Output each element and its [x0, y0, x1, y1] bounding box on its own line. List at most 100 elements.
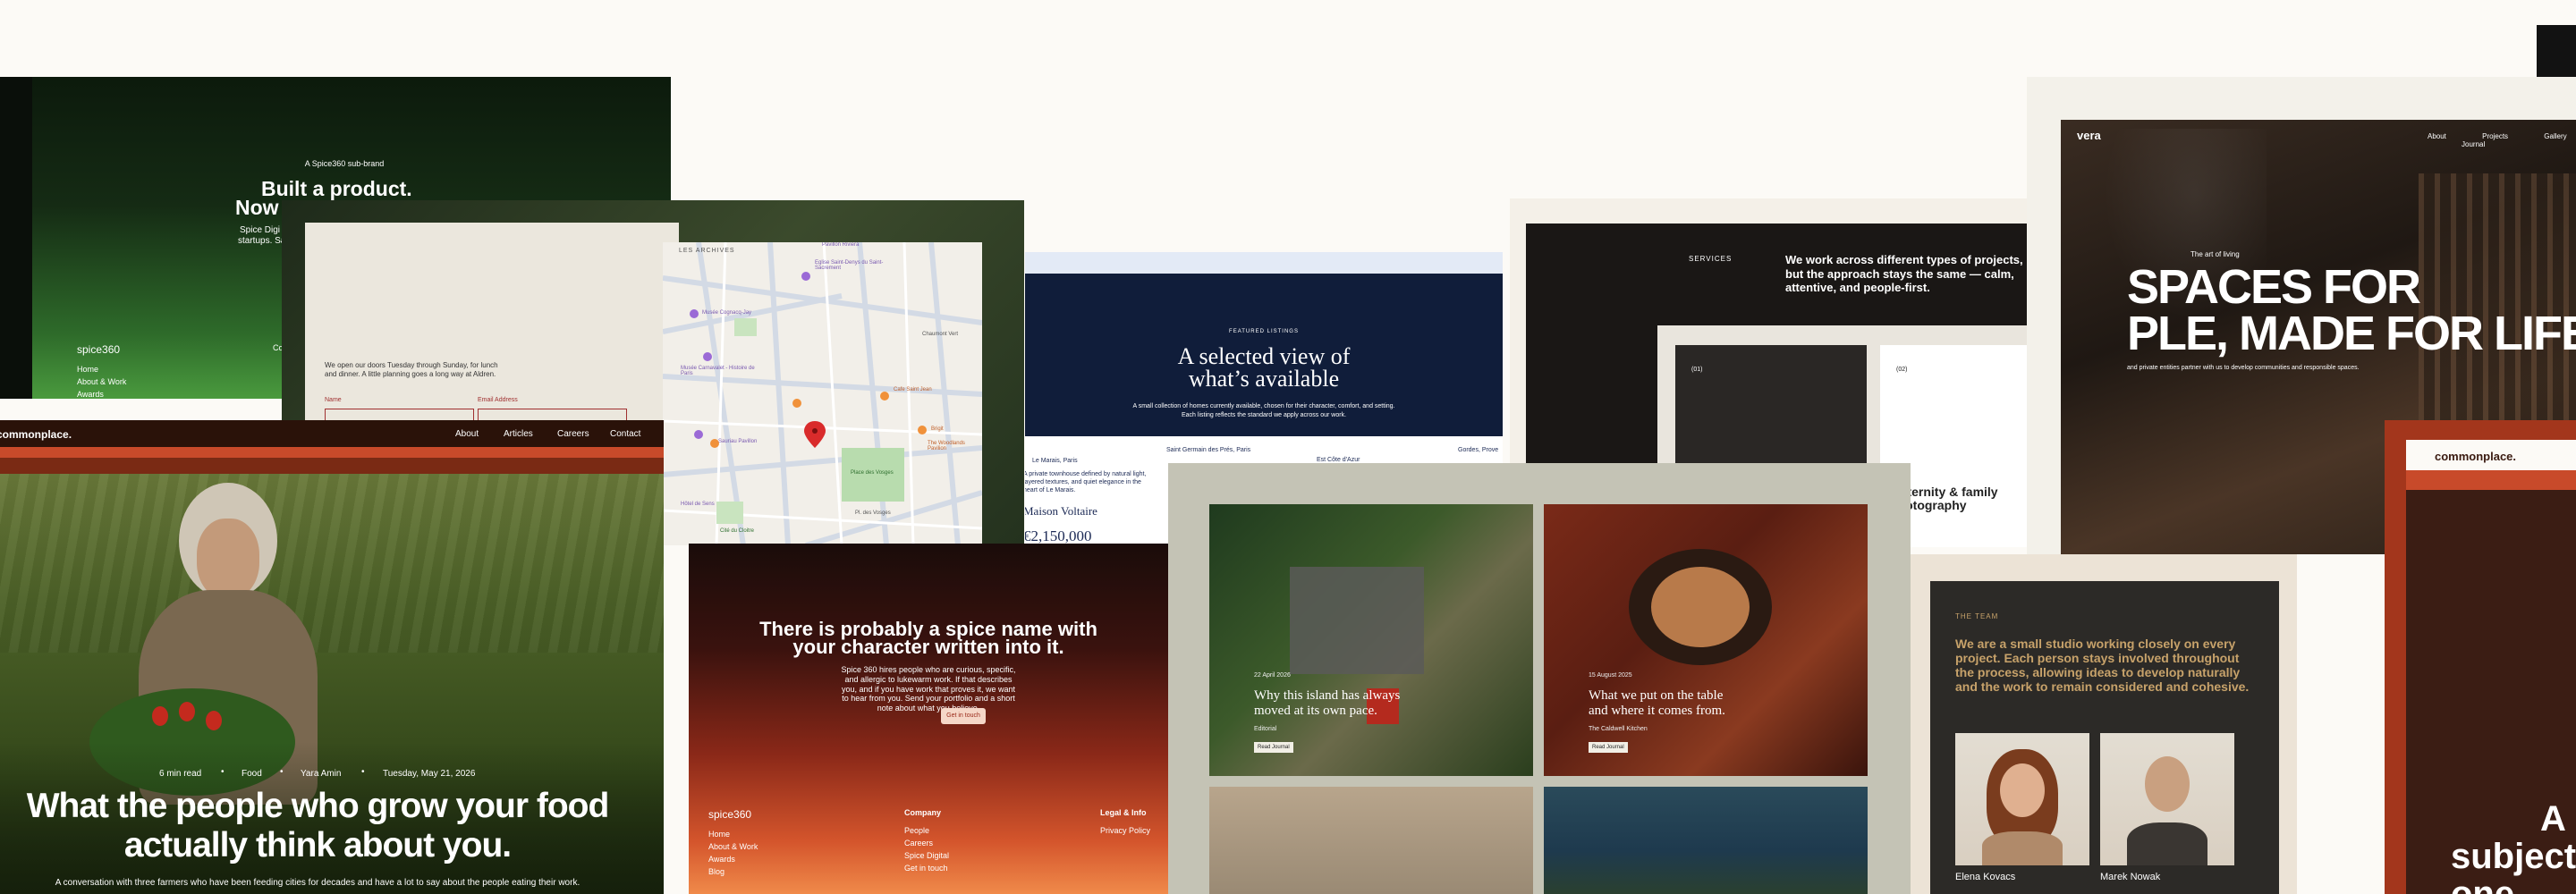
- journal-card2-title-2: and where it comes from.: [1589, 704, 1725, 718]
- article-meta-dot-1: •: [221, 767, 225, 777]
- spice-footer-link-awards[interactable]: Awards: [77, 390, 104, 399]
- journal-card1-button[interactable]: Read Journal: [1254, 742, 1293, 753]
- spice-headline-2: Now: [235, 196, 279, 219]
- vera-nav-gallery[interactable]: Gallery: [2544, 132, 2566, 140]
- map-label-brigit: Brigit: [931, 426, 944, 432]
- map-label-eglise: Eglise Saint-Denys du Saint-Sacrement: [815, 260, 884, 271]
- careers-link-awards[interactable]: Awards: [708, 855, 735, 864]
- team-text: We are a small studio working closely on…: [1955, 637, 2250, 695]
- map-streets: [663, 242, 982, 545]
- spice-sub-2: startups. Sa: [238, 236, 286, 246]
- map-label-archives: LES ARCHIVES: [679, 248, 735, 254]
- listings-title-2: what’s available: [1188, 366, 1340, 392]
- map-label-vosges: Place des Vosges: [851, 470, 894, 476]
- map-label-pl-vosges: Pl. des Vosges: [855, 510, 891, 516]
- article-sub: A conversation with three farmers who ha…: [55, 878, 580, 888]
- article-meta-category[interactable]: Food: [242, 769, 262, 779]
- careers-link-privacy[interactable]: Privacy Policy: [1100, 826, 1150, 835]
- commonplace-left-nav-contact[interactable]: Contact: [610, 429, 640, 439]
- journal-card-3[interactable]: [1209, 787, 1533, 894]
- article-meta-read: 6 min read: [159, 769, 202, 779]
- listing-name: Maison Voltaire: [1025, 504, 1097, 518]
- journal-card2-title: What we put on the table: [1589, 688, 1724, 703]
- journal-card2-button[interactable]: Read Journal: [1589, 742, 1628, 753]
- commonplace-left-nav-articles[interactable]: Articles: [504, 429, 533, 439]
- careers-link-careers[interactable]: Careers: [904, 839, 933, 848]
- vera-nav-about[interactable]: About: [2428, 132, 2446, 140]
- journal-card-4[interactable]: [1544, 787, 1868, 894]
- commonplace-left-nav-about[interactable]: About: [455, 429, 479, 439]
- team-member-1: Elena Kovacs: [1955, 872, 2016, 882]
- commonplace-right-headline-3: one.: [2451, 874, 2525, 894]
- commonplace-left-nav-careers[interactable]: Careers: [557, 429, 589, 439]
- vera-logo[interactable]: vera: [2077, 129, 2101, 142]
- services-card1-num: (01): [1691, 367, 1703, 373]
- careers-body: Spice 360 hires people who are curious, …: [841, 665, 1016, 713]
- journal-card1-date: 22 April 2026: [1254, 672, 1291, 679]
- commonplace-left-screenshot: commonplace. About Articles Careers Cont…: [0, 420, 664, 894]
- careers-cta-button[interactable]: Get in touch: [941, 708, 986, 724]
- listings-sub: A small collection of homes currently av…: [1132, 403, 1395, 418]
- journal-card-2[interactable]: 15 August 2025 What we put on the table …: [1544, 504, 1868, 776]
- journal-card-1[interactable]: 22 April 2026 Why this island has always…: [1209, 504, 1533, 776]
- careers-legal-title: Legal & Info: [1100, 808, 1147, 817]
- listing-price: €2,150,000: [1025, 527, 1092, 544]
- listing-tab-3[interactable]: Gordes, Prove: [1458, 447, 1498, 453]
- field-email-label: Email Address: [478, 397, 518, 403]
- map-label-cloitre: Cité du Cloitre: [720, 528, 755, 534]
- commonplace-left-logo[interactable]: commonplace.: [0, 428, 72, 441]
- services-card2-num: (02): [1896, 367, 1908, 373]
- map-label-carnavalet: Musée Carnavalet - Histoire de Paris: [681, 366, 755, 376]
- listing-desc: A private townhouse defined by natural l…: [1025, 471, 1147, 494]
- journal-card2-date: 15 August 2025: [1589, 672, 1632, 679]
- listing-tab-1[interactable]: Saint Germain des Prés, Paris: [1166, 447, 1250, 453]
- spice-footer-link-home[interactable]: Home: [77, 365, 98, 374]
- spice-sub: Spice Digi: [240, 225, 281, 235]
- email-field[interactable]: [478, 409, 627, 421]
- corner-block: [2537, 25, 2576, 77]
- contact-intro: We open our doors Tuesday through Sunday…: [325, 361, 498, 379]
- spice-footer-link-about[interactable]: About & Work: [77, 377, 126, 386]
- map[interactable]: LES ARCHIVES Pavillon Riviera Musée Cogn…: [663, 242, 982, 545]
- team-photo-1: [1955, 733, 2089, 865]
- careers-company-title: Company: [904, 808, 942, 817]
- journal-card2-cat: The Caldwell Kitchen: [1589, 726, 1648, 732]
- careers-link-people[interactable]: People: [904, 826, 929, 835]
- careers-screenshot: There is probably a spice name with your…: [689, 544, 1168, 894]
- careers-link-spice-digital[interactable]: Spice Digital: [904, 851, 949, 860]
- vera-kicker: The art of living: [2190, 250, 2240, 258]
- commonplace-right-headline-2: subject: [2451, 837, 2576, 876]
- vera-nav-projects[interactable]: Projects: [2482, 132, 2508, 140]
- team-member-2: Marek Nowak: [2100, 872, 2161, 882]
- careers-headline-2: your character written into it.: [792, 636, 1064, 658]
- commonplace-right-screenshot: commonplace. A p subject one.: [2385, 420, 2576, 894]
- map-label-sens: Hôtel de Sens: [681, 502, 715, 507]
- journal-screenshot: 22 April 2026 Why this island has always…: [1168, 463, 1911, 894]
- spice-headline: Built a product.: [261, 177, 412, 200]
- vera-sub: and private entities partner with us to …: [2127, 365, 2360, 371]
- journal-card1-title: Why this island has always: [1254, 688, 1401, 703]
- vera-headline-2: PLE, MADE FOR LIFE.: [2127, 307, 2576, 360]
- careers-link-about[interactable]: About & Work: [708, 842, 758, 851]
- commonplace-right-logo[interactable]: commonplace.: [2435, 450, 2516, 463]
- team-label: THE TEAM: [1955, 612, 1999, 620]
- services-text: We work across different types of projec…: [1785, 253, 2023, 295]
- map-label-chaumont: Chaumont Vert: [922, 332, 959, 337]
- article-meta-author[interactable]: Yara Amin: [301, 769, 341, 779]
- name-field[interactable]: [325, 409, 474, 421]
- field-name-label: Name: [325, 397, 342, 403]
- careers-link-blog[interactable]: Blog: [708, 867, 724, 876]
- commonplace-right-headline: A p: [2540, 799, 2576, 839]
- vera-nav: About Projects Gallery Journal: [2428, 132, 2576, 148]
- team-screenshot: THE TEAM We are a small studio working c…: [1911, 554, 2297, 894]
- vera-nav-journal[interactable]: Journal: [2462, 140, 2485, 148]
- journal-card1-title-2: moved at its own pace.: [1254, 704, 1377, 718]
- team-photo-2: [2100, 733, 2234, 865]
- map-label-pavillon: Pavillon Riviera: [822, 242, 860, 248]
- listing-tab-2[interactable]: Est Côte d'Azur: [1317, 457, 1360, 463]
- spice-logo: spice360: [77, 343, 121, 356]
- article-headline: What the people who grow your food: [26, 787, 610, 825]
- careers-link-get-in-touch[interactable]: Get in touch: [904, 864, 948, 873]
- map-label-sauriau: Sauriau Pavillon: [718, 439, 758, 444]
- careers-link-home[interactable]: Home: [708, 830, 730, 839]
